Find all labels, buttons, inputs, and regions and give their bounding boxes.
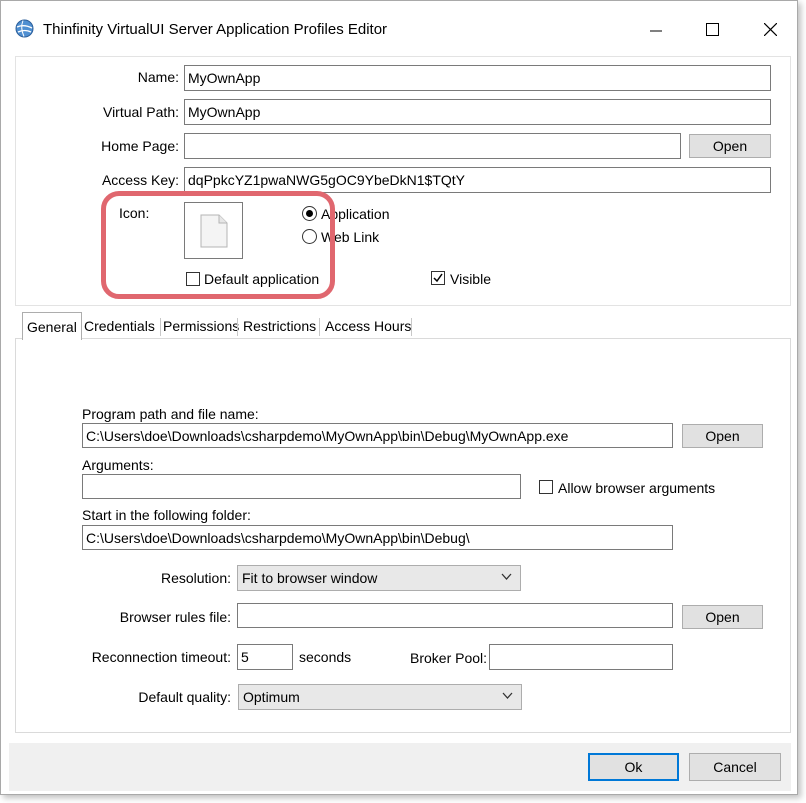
minimize-icon	[650, 30, 662, 32]
home-page-open-button[interactable]: Open	[689, 134, 771, 158]
program-path-label: Program path and file name:	[82, 406, 259, 422]
tab-separator	[319, 318, 320, 336]
window-title: Thinfinity VirtualUI Server Application …	[43, 21, 388, 38]
tab-general[interactable]: General	[22, 312, 82, 340]
resolution-select[interactable]: Fit to browser window	[237, 565, 521, 591]
default-quality-label: Default quality:	[138, 689, 231, 705]
access-key-label: Access Key:	[101, 172, 179, 188]
tab-separator	[411, 318, 412, 336]
app-globe-icon	[15, 19, 34, 38]
program-path-open-button[interactable]: Open	[682, 424, 763, 448]
minimize-button[interactable]	[631, 11, 681, 45]
default-quality-select[interactable]: Optimum	[238, 684, 522, 710]
arguments-label: Arguments:	[82, 457, 154, 473]
resolution-label: Resolution:	[160, 570, 231, 586]
chevron-down-icon	[501, 573, 512, 580]
virtual-path-input[interactable]: MyOwnApp	[184, 99, 771, 125]
close-icon	[764, 23, 777, 36]
broker-pool-label: Broker Pool:	[410, 650, 488, 666]
home-page-input[interactable]	[184, 133, 681, 159]
tab-restrictions[interactable]: Restrictions	[239, 314, 320, 338]
ok-button[interactable]: Ok	[588, 753, 679, 781]
tab-separator	[237, 318, 238, 336]
tab-credentials[interactable]: Credentials	[80, 314, 159, 338]
program-path-input[interactable]: C:\Users\doe\Downloads\csharpdemo\MyOwnA…	[82, 423, 673, 448]
broker-pool-input[interactable]	[489, 644, 673, 670]
allow-browser-arguments-label: Allow browser arguments	[558, 480, 716, 496]
checkmark-icon	[433, 273, 443, 283]
home-page-label: Home Page:	[101, 138, 179, 154]
chevron-down-icon	[502, 692, 513, 699]
visible-label: Visible	[450, 271, 491, 287]
maximize-icon	[706, 23, 719, 36]
browser-rules-open-button[interactable]: Open	[682, 605, 763, 629]
profiles-editor-window: Thinfinity VirtualUI Server Application …	[0, 0, 798, 795]
browser-rules-input[interactable]	[237, 603, 673, 628]
name-label: Name:	[137, 69, 179, 85]
name-input[interactable]: MyOwnApp	[184, 65, 771, 91]
resolution-value: Fit to browser window	[242, 570, 378, 586]
browser-rules-label: Browser rules file:	[119, 609, 231, 625]
start-folder-input[interactable]: C:\Users\doe\Downloads\csharpdemo\MyOwnA…	[82, 525, 673, 550]
maximize-button[interactable]	[687, 11, 737, 45]
cancel-button[interactable]: Cancel	[689, 753, 781, 781]
title-bar[interactable]: Thinfinity VirtualUI Server Application …	[1, 1, 797, 45]
default-quality-value: Optimum	[243, 689, 300, 705]
start-folder-label: Start in the following folder:	[82, 507, 251, 523]
access-key-input[interactable]: dqPpkcYZ1pwaNWG5gOC9YbeDkN1$TQtY	[184, 167, 771, 193]
seconds-label: seconds	[299, 649, 352, 665]
arguments-input[interactable]	[82, 474, 521, 499]
reconnection-timeout-label: Reconnection timeout:	[91, 649, 231, 665]
allow-browser-arguments-checkbox[interactable]	[539, 480, 553, 494]
reconnection-timeout-input[interactable]: 5	[237, 644, 293, 670]
annotation-highlight	[101, 191, 335, 299]
close-button[interactable]	[745, 11, 795, 45]
tab-access-hours[interactable]: Access Hours	[321, 314, 415, 338]
tab-permissions[interactable]: Permissions	[159, 314, 243, 338]
virtual-path-label: Virtual Path:	[102, 104, 179, 120]
visible-checkbox[interactable]	[431, 271, 445, 285]
